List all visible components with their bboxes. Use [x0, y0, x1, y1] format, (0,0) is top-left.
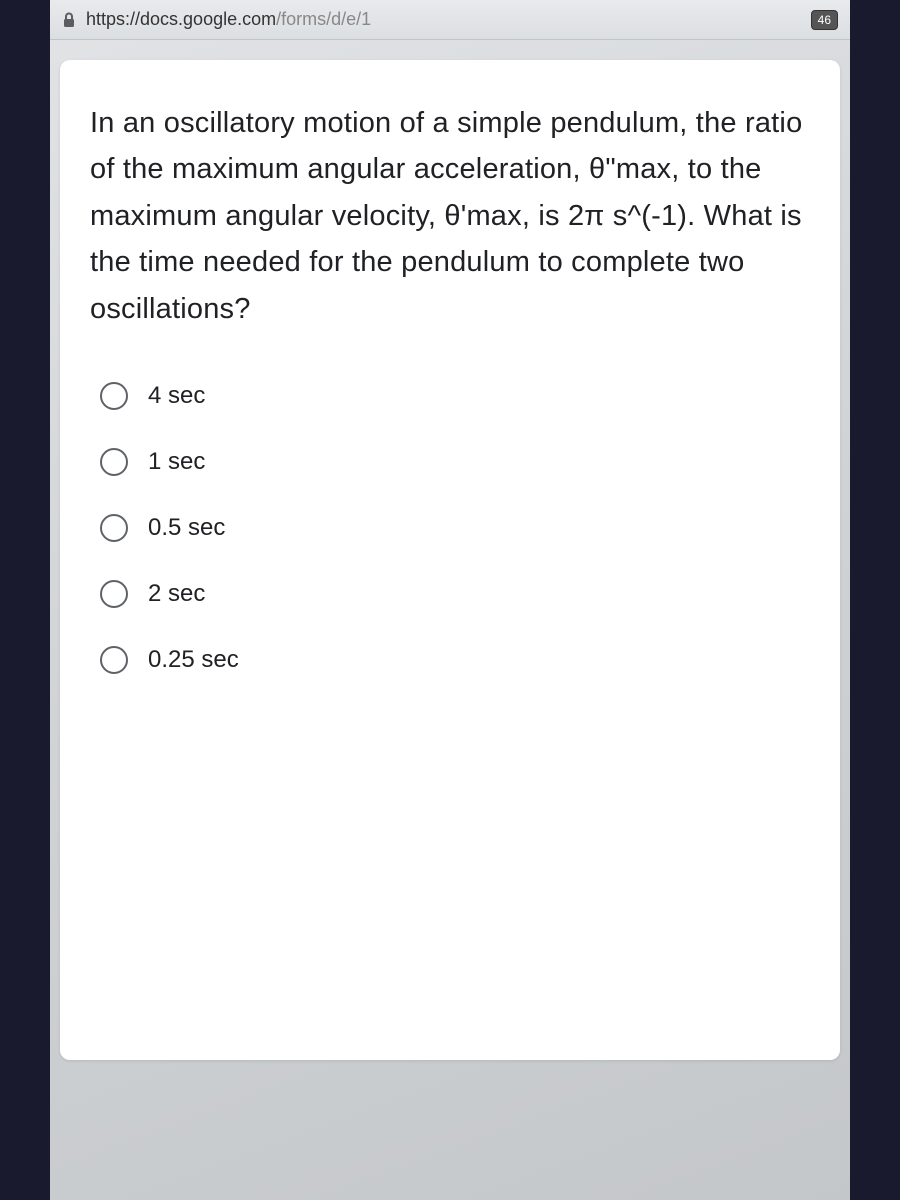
option-row-1sec[interactable]: 1 sec: [100, 448, 810, 476]
form-card: In an oscillatory motion of a simple pen…: [60, 60, 840, 1060]
lock-icon: [62, 12, 76, 28]
question-text: In an oscillatory motion of a simple pen…: [90, 100, 810, 332]
radio-icon: [100, 646, 128, 674]
option-label: 1 sec: [148, 448, 205, 476]
url-display[interactable]: https://docs.google.com/forms/d/e/1: [86, 9, 371, 30]
option-row-4sec[interactable]: 4 sec: [100, 382, 810, 410]
option-label: 4 sec: [148, 382, 205, 410]
option-row-2sec[interactable]: 2 sec: [100, 580, 810, 608]
url-domain: https://docs.google.com: [86, 9, 276, 29]
option-label: 0.5 sec: [148, 514, 225, 542]
app-screen: https://docs.google.com/forms/d/e/1 46 I…: [50, 0, 850, 1200]
radio-icon: [100, 448, 128, 476]
option-label: 0.25 sec: [148, 646, 239, 674]
tab-count-badge[interactable]: 46: [811, 10, 838, 30]
radio-icon: [100, 580, 128, 608]
radio-icon: [100, 382, 128, 410]
option-label: 2 sec: [148, 580, 205, 608]
url-path: /forms/d/e/1: [276, 9, 371, 29]
address-bar: https://docs.google.com/forms/d/e/1 46: [50, 0, 850, 40]
option-row-0.25sec[interactable]: 0.25 sec: [100, 646, 810, 674]
option-row-0.5sec[interactable]: 0.5 sec: [100, 514, 810, 542]
content-area: In an oscillatory motion of a simple pen…: [50, 40, 850, 1200]
options-list: 4 sec 1 sec 0.5 sec 2 sec 0.25 sec: [90, 382, 810, 674]
radio-icon: [100, 514, 128, 542]
